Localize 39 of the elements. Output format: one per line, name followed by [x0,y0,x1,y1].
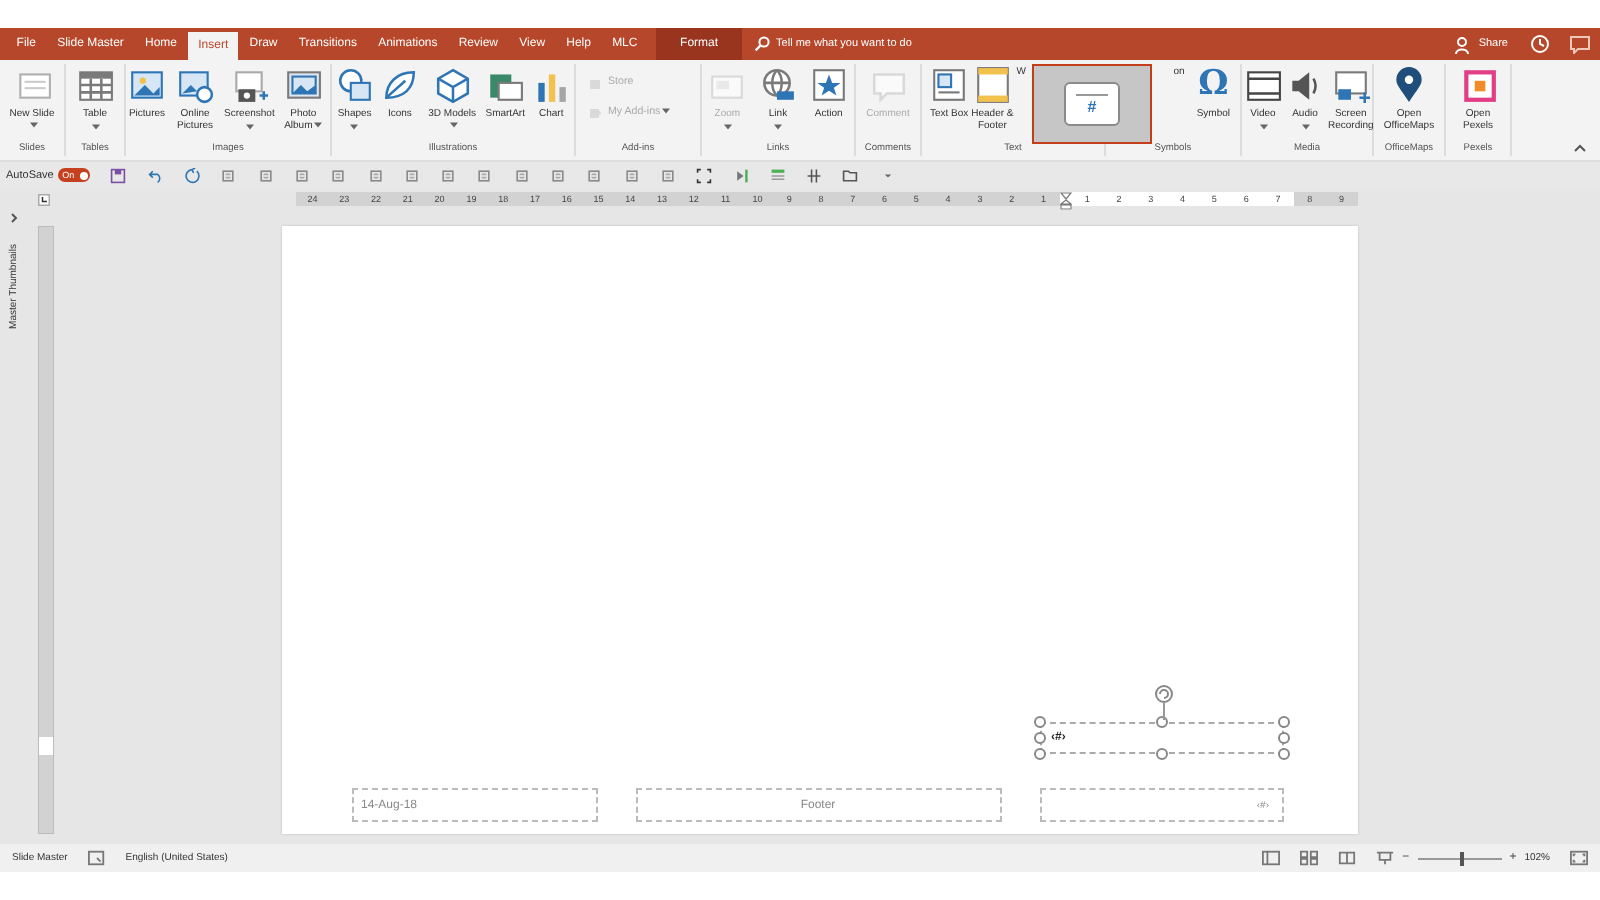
photo-album-icon [284,66,323,104]
reading-view-icon[interactable] [1338,850,1357,866]
indent-marker-icon[interactable] [1059,192,1072,210]
number-sign: # [1087,97,1097,115]
camera-icon [230,66,269,104]
collapse-icon[interactable] [1574,144,1586,152]
picture-globe-icon [176,66,215,104]
globe-link-icon [758,66,797,104]
table-icon [76,66,114,104]
folder-icon[interactable] [842,167,859,183]
pexels-icon [1459,66,1497,104]
tab-stop-icon[interactable] [38,194,50,206]
chevron-icon[interactable] [8,212,20,224]
document-icon[interactable] [330,167,347,183]
cube-icon [433,66,472,104]
screen-record-icon [1331,66,1370,104]
document-icon [973,66,1012,104]
resize-handle[interactable] [1155,716,1167,728]
film-icon [1244,66,1282,104]
fit-icon[interactable] [1570,850,1588,866]
notes-icon[interactable] [87,850,106,866]
rotate-handle[interactable] [1153,684,1173,720]
grid-icon[interactable] [806,167,823,183]
person-icon [1454,35,1473,53]
undo-icon[interactable] [147,167,164,183]
play-icon[interactable] [733,167,749,183]
history-icon[interactable] [1530,34,1550,54]
search-icon [754,36,771,52]
map-pin-icon [1390,66,1428,104]
normal-view-icon[interactable] [1262,850,1281,866]
document-icon[interactable] [367,167,384,183]
redo-icon[interactable] [184,167,201,183]
zoom-thumb[interactable] [1459,851,1464,865]
leaf-icon [380,66,419,104]
grid-view-icon[interactable] [1300,850,1319,866]
text-box-icon [930,66,969,104]
save-icon[interactable] [110,167,127,183]
resize-handle[interactable] [1155,748,1167,760]
fullscreen-icon[interactable] [696,167,713,183]
